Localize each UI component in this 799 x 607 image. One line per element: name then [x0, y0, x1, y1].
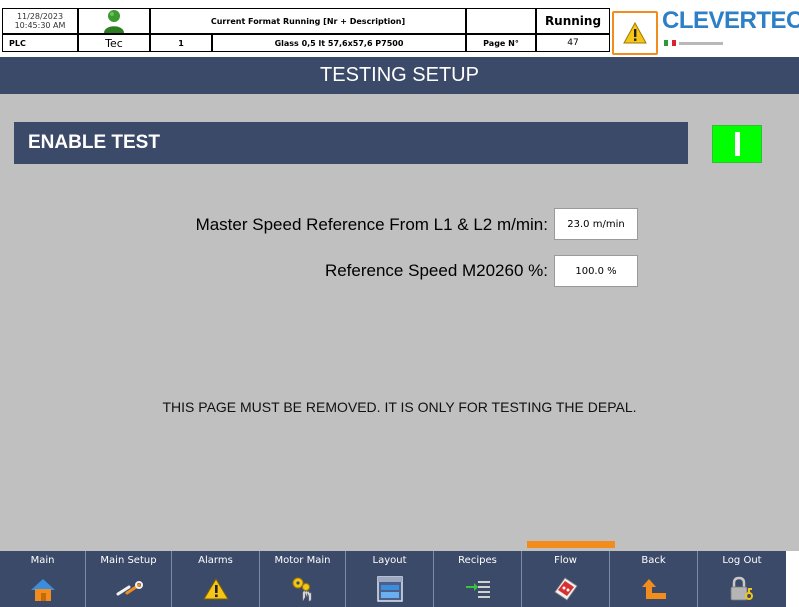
nav-flow[interactable]: Flow: [522, 551, 610, 607]
brand-logo: CLEVERTECH: [662, 6, 799, 36]
page-title: TESTING SETUP: [320, 64, 479, 86]
brand-tagline: [664, 38, 784, 48]
master-speed-label: Master Speed Reference From L1 & L2 m/mi…: [40, 208, 548, 242]
format-title-cell: Current Format Running [Nr + Description…: [150, 8, 466, 34]
warning-icon: [623, 22, 647, 44]
gears-hand-icon: [289, 575, 317, 603]
format-description: Glass 0,5 lt 57,6x57,6 P7500: [274, 38, 404, 48]
nav-main-label: Main: [30, 555, 55, 566]
user-name: Tec: [105, 36, 123, 50]
source-cell: PLC: [2, 34, 78, 52]
date-text: 11/28/2023: [16, 12, 64, 21]
nav-scroll-strip: [786, 551, 799, 607]
user-name-cell: Tec: [78, 34, 150, 52]
nav-main-setup-label: Main Setup: [100, 555, 157, 566]
page-number: 47: [567, 38, 579, 48]
italy-flag-icon: [664, 40, 676, 46]
nav-log-out-label: Log Out: [722, 555, 762, 566]
nav-back[interactable]: Back: [610, 551, 698, 607]
page-label: Page N°: [483, 38, 519, 48]
nav-recipes-label: Recipes: [458, 555, 497, 566]
brand-name: CLEVERTECH: [662, 7, 799, 34]
user-icon: [104, 10, 124, 33]
nav-main-setup[interactable]: Main Setup: [86, 551, 172, 607]
page-title-bar: TESTING SETUP: [0, 57, 799, 94]
back-arrow-icon: [640, 575, 668, 603]
nav-recipes[interactable]: Recipes: [434, 551, 522, 607]
recipe-list-icon: [464, 575, 492, 603]
format-description-cell: Glass 0,5 lt 57,6x57,6 P7500: [212, 34, 466, 52]
header-bar: 11/28/2023 10:45:30 AM PLC Tec Current F…: [0, 0, 799, 57]
nav-motor-main[interactable]: Motor Main: [260, 551, 346, 607]
machine-status-cell: Running: [536, 8, 610, 34]
alarm-indicator-button[interactable]: [612, 11, 658, 55]
user-avatar-cell[interactable]: [78, 8, 150, 34]
enable-test-toggle[interactable]: [712, 125, 762, 163]
bottom-navigation: Main Main Setup Alarms Motor Main Layout…: [0, 551, 786, 607]
nav-main[interactable]: Main: [0, 551, 86, 607]
format-number: 1: [178, 38, 184, 48]
toggle-on-indicator: [734, 132, 740, 156]
nav-layout-label: Layout: [372, 555, 407, 566]
nav-alarms-label: Alarms: [198, 555, 233, 566]
nav-motor-main-label: Motor Main: [274, 555, 331, 566]
active-tab-indicator: [527, 541, 615, 548]
nav-layout[interactable]: Layout: [346, 551, 434, 607]
master-speed-value: 23.0 m/min: [567, 218, 625, 230]
nav-log-out[interactable]: Log Out: [698, 551, 786, 607]
brand-tagline-mark: [679, 41, 723, 45]
flow-icon: [552, 575, 580, 603]
nav-flow-label: Flow: [554, 555, 577, 566]
time-text: 10:45:30 AM: [14, 21, 66, 30]
master-speed-label-text: Master Speed Reference From L1 & L2 m/mi…: [195, 215, 548, 234]
reference-speed-label: Reference Speed M20260 %:: [40, 254, 548, 288]
page-label-cell: Page N°: [466, 34, 536, 52]
warning-icon: [202, 575, 230, 603]
lock-key-icon: [728, 575, 756, 603]
reference-speed-field[interactable]: 100.0 %: [554, 255, 638, 287]
enable-test-bar: ENABLE TEST: [14, 122, 688, 164]
testing-notice: THIS PAGE MUST BE REMOVED. IT IS ONLY FO…: [0, 396, 799, 418]
testing-notice-text: THIS PAGE MUST BE REMOVED. IT IS ONLY FO…: [162, 399, 637, 415]
layout-window-icon: [376, 575, 404, 603]
reference-speed-value: 100.0 %: [575, 265, 617, 277]
enable-test-label: ENABLE TEST: [28, 132, 160, 153]
page-number-cell: 47: [536, 34, 610, 52]
source-text: PLC: [9, 38, 26, 48]
master-speed-field[interactable]: 23.0 m/min: [554, 208, 638, 240]
format-title: Current Format Running [Nr + Description…: [210, 16, 406, 26]
datetime-cell: 11/28/2023 10:45:30 AM: [2, 8, 78, 34]
format-number-cell: 1: [150, 34, 212, 52]
reference-speed-label-text: Reference Speed M20260 %:: [324, 261, 548, 280]
header-blank-cell: [466, 8, 536, 34]
wrench-icon: [115, 575, 143, 603]
nav-back-label: Back: [641, 555, 666, 566]
nav-alarms[interactable]: Alarms: [172, 551, 260, 607]
home-icon: [29, 575, 57, 603]
machine-status: Running: [544, 14, 602, 28]
